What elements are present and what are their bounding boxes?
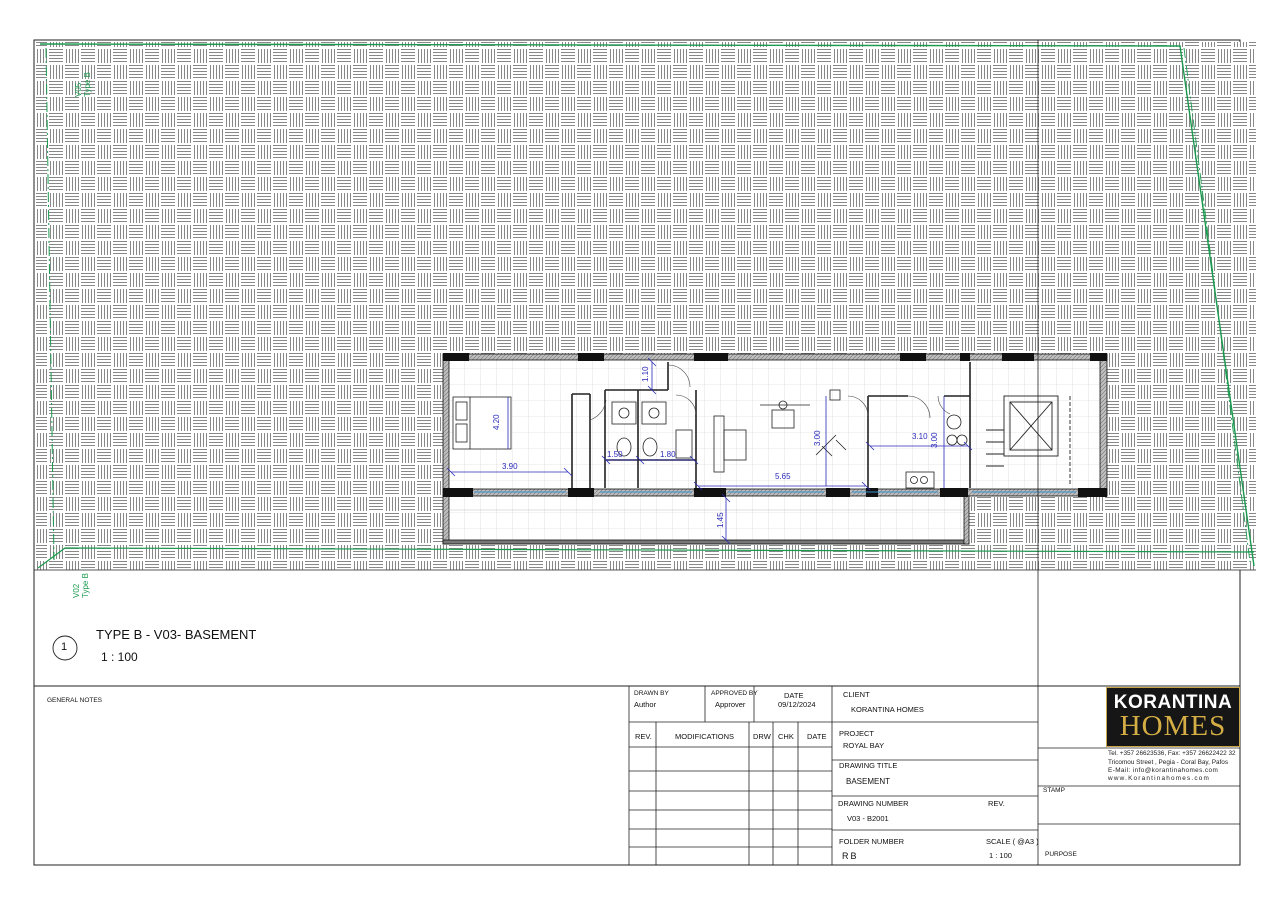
dim-3-00-kitchen: 3.00 [930,432,939,448]
company-web: www.Korantinahomes.com [1108,775,1211,782]
drawing-sheet [33,39,1256,866]
logo-line-2: HOMES [1119,710,1227,742]
client-label: CLIENT [843,690,870,699]
date-label: DATE [784,691,804,700]
date-value: 09/12/2024 [778,700,816,709]
v05-label: V05 Type B [74,72,92,97]
drawing-title-value: BASEMENT [846,777,891,786]
dim-3-10: 3.10 [912,432,928,441]
general-notes-label: GENERAL NOTES [47,697,103,704]
modifications-col-label: MODIFICATIONS [675,732,735,741]
chk-col-label: CHK [778,732,794,741]
dim-1-45: 1.45 [716,512,725,528]
company-address: Tricomou Street , Pegia - Coral Bay, Paf… [1108,759,1229,766]
bed-symbol [452,396,512,450]
v05-code: V05 [74,82,83,97]
dim-3-00-gym: 3.00 [813,430,822,446]
v02-label: V02 Type B [72,573,90,598]
company-logo: KORANTINA HOMES [1106,687,1240,747]
drawing-number-value: V03 - B2001 [847,814,889,823]
v02-code: V02 [72,583,81,598]
company-tel: Tel. +357 26623536, Fax: +357 26622422 3… [1108,750,1236,757]
drawn-by-value: Author [634,700,657,709]
approved-by-label: APPROVED BY [711,690,758,697]
date-col-label: DATE [807,732,827,741]
company-email: E-Mail: info@korantinahomes.com [1108,767,1219,774]
drawing-rev-label: REV. [988,799,1005,808]
drw-col-label: DRW [753,732,771,741]
floor-terrace [448,496,966,542]
view-scale: 1 : 100 [101,650,138,664]
drawing-number-label: DRAWING NUMBER [838,799,909,808]
drawing-title-label: DRAWING TITLE [839,761,898,770]
scale-label: SCALE ( @A3 ) [986,837,1039,846]
view-number: 1 [61,641,68,653]
folder-number-label: FOLDER NUMBER [839,837,905,846]
view-title: TYPE B - V03- BASEMENT [96,627,257,642]
dim-4-20: 4.20 [492,414,501,430]
dim-5-65: 5.65 [775,472,791,481]
stamp-label: STAMP [1043,787,1065,794]
client-value: KORANTINA HOMES [851,705,924,714]
rev-col-label: REV. [635,732,652,741]
project-value: ROYAL BAY [843,741,885,750]
dim-1-10: 1.10 [641,366,650,382]
folder-number-value: RB [842,851,859,861]
dim-1-50: 1.50 [607,450,623,459]
purpose-label: PURPOSE [1045,851,1077,858]
scale-value: 1 : 100 [989,851,1012,860]
dim-3-90: 3.90 [502,462,518,471]
drawn-by-label: DRAWN BY [634,690,669,697]
v02-type: Type B [81,573,90,598]
dim-1-80: 1.80 [660,450,676,459]
v05-type: Type B [83,72,92,97]
approved-by-value: Approver [715,700,746,709]
project-label: PROJECT [839,729,875,738]
